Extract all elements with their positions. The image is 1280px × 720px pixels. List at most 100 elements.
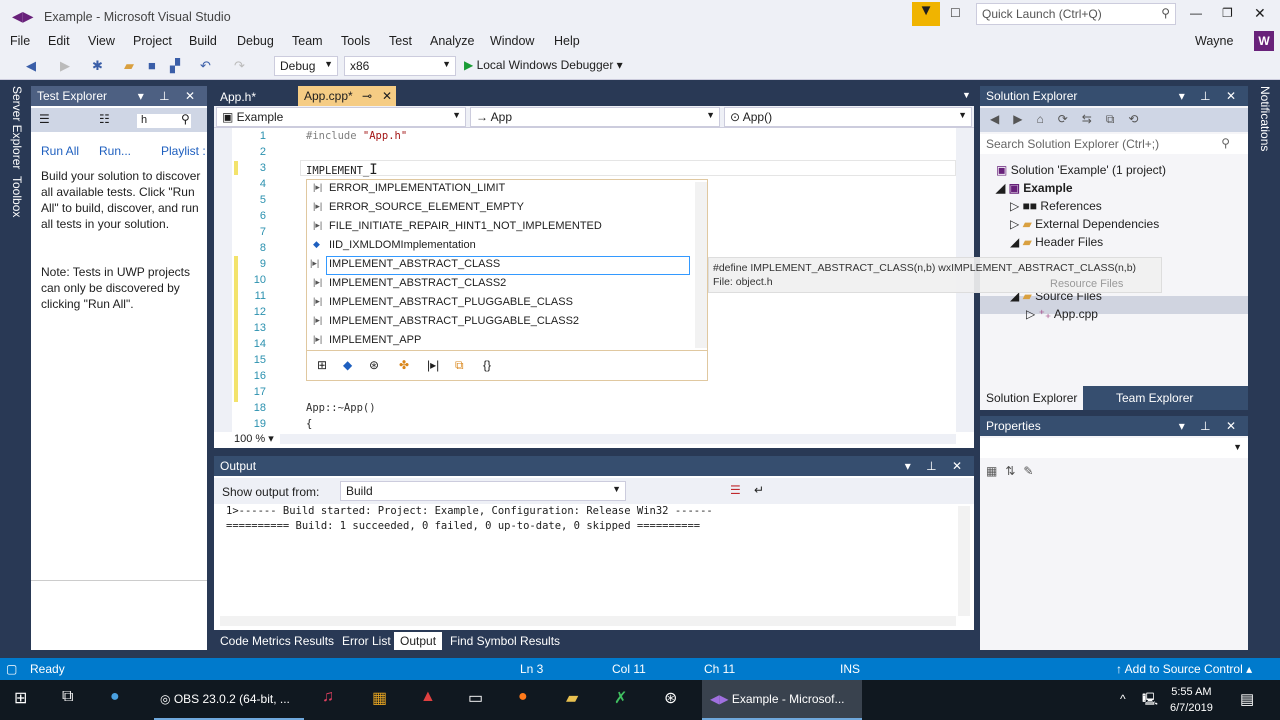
- taskbar-visual-studio[interactable]: ◀▶ Example - Microsof...: [702, 680, 862, 720]
- app-icon[interactable]: ●: [110, 688, 120, 706]
- menu-view[interactable]: View: [88, 34, 115, 48]
- menu-project[interactable]: Project: [133, 34, 172, 48]
- menu-window[interactable]: Window: [490, 34, 534, 48]
- class-filter-icon[interactable]: ◆: [343, 358, 352, 372]
- tab-find-symbol-results[interactable]: Find Symbol Results: [444, 632, 566, 650]
- tree-references[interactable]: ▷ ■■ References: [1010, 199, 1102, 213]
- properties-object-select[interactable]: ▼: [980, 438, 1248, 458]
- project-scope-select[interactable]: ▣ Example ▼: [216, 107, 466, 127]
- output-horizontal-scrollbar[interactable]: [220, 616, 956, 626]
- tab-output[interactable]: Output: [394, 632, 443, 650]
- completion-item[interactable]: |▸| IMPLEMENT_ABSTRACT_PLUGGABLE_CLASS2: [308, 313, 688, 332]
- code-line-1[interactable]: #include "App.h": [306, 130, 407, 142]
- group-icon[interactable]: ☰: [39, 112, 50, 126]
- macro-filter-icon[interactable]: |▸|: [427, 358, 439, 372]
- output-source-select[interactable]: Build ▼: [340, 481, 626, 501]
- app-circle-icon[interactable]: ⊛: [664, 688, 677, 708]
- tab-app-h[interactable]: App.h*: [214, 88, 264, 106]
- tab-app-cpp[interactable]: App.cpp* ⊸ ✕: [298, 86, 396, 106]
- user-name[interactable]: Wayne: [1195, 34, 1233, 48]
- zoom-level[interactable]: 100 % ▾: [234, 430, 278, 446]
- redo-icon[interactable]: ↷: [234, 58, 245, 74]
- tree-header-files[interactable]: ◢ ▰ Header Files: [1010, 235, 1103, 249]
- panel-controls[interactable]: ▾ ⊥ ✕: [1179, 419, 1242, 433]
- completion-item[interactable]: |▸| IMPLEMENT_ABSTRACT_PLUGGABLE_CLASS: [308, 294, 688, 313]
- forward-icon[interactable]: ▶: [60, 58, 70, 74]
- completion-item[interactable]: |▸| FILE_INITIATE_REPAIR_HINT1_NOT_IMPLEM…: [308, 218, 688, 237]
- side-tab-notifications[interactable]: Notifications: [1256, 86, 1272, 151]
- file-explorer-icon[interactable]: ▰: [566, 688, 578, 708]
- menu-tools[interactable]: Tools: [341, 34, 370, 48]
- task-view-icon[interactable]: ⧉: [62, 688, 73, 706]
- panel-controls[interactable]: ▾ ⊥ ✕: [1179, 89, 1242, 103]
- playlist-link[interactable]: Playlist :: [161, 144, 206, 158]
- notifications-icon[interactable]: ▤: [1240, 690, 1254, 708]
- output-vertical-scrollbar[interactable]: [958, 506, 970, 616]
- completion-item[interactable]: |▸| ERROR_IMPLEMENTATION_LIMIT: [308, 180, 688, 199]
- intellisense-scrollbar[interactable]: [695, 182, 707, 348]
- menu-build[interactable]: Build: [189, 34, 217, 48]
- output-text[interactable]: 1>------ Build started: Project: Example…: [226, 504, 713, 534]
- add-to-source-control-button[interactable]: ↑ Add to Source Control ▴: [1116, 662, 1252, 676]
- menu-test[interactable]: Test: [389, 34, 412, 48]
- feedback-filter-icon[interactable]: ▼: [912, 2, 940, 26]
- panel-controls[interactable]: ▾ ⊥ ✕: [905, 459, 968, 473]
- completion-item[interactable]: |▸| IMPLEMENT_ABSTRACT_CLASS2: [308, 275, 688, 294]
- show-hidden-icons[interactable]: ^: [1120, 692, 1126, 706]
- tab-error-list[interactable]: Error List: [336, 632, 397, 650]
- maximize-button[interactable]: ❐: [1222, 6, 1233, 20]
- minimize-button[interactable]: —: [1190, 6, 1202, 20]
- tree-app-cpp[interactable]: ▷ ⁺₊ App.cpp: [1026, 307, 1098, 321]
- code-line-18[interactable]: App::~App(): [306, 402, 376, 414]
- completion-item[interactable]: |▸| IMPLEMENT_APP: [308, 332, 688, 351]
- menu-team[interactable]: Team: [292, 34, 323, 48]
- side-tab-server-explorer[interactable]: Server Explorer: [8, 86, 24, 169]
- list-icon[interactable]: ☷: [99, 112, 110, 126]
- properties-toolbar[interactable]: ▦⇅✎: [986, 464, 1041, 478]
- menu-file[interactable]: File: [10, 34, 30, 48]
- solution-explorer-toolbar[interactable]: ◀▶⌂⟳⇆⧉⟲: [980, 108, 1248, 132]
- editor-horizontal-scrollbar[interactable]: [280, 434, 956, 444]
- braces-filter-icon[interactable]: {}: [483, 358, 491, 372]
- back-icon[interactable]: ◀: [26, 58, 36, 74]
- run-all-link[interactable]: Run All: [41, 144, 79, 158]
- completion-item[interactable]: ◆ IID_IXMLDOMImplementation: [308, 237, 688, 256]
- menu-debug[interactable]: Debug: [237, 34, 274, 48]
- word-wrap-icon[interactable]: ↵: [754, 483, 764, 497]
- solution-search-input[interactable]: Search Solution Explorer (Ctrl+;) ⚲: [980, 134, 1248, 154]
- start-button[interactable]: ⊞: [14, 688, 27, 708]
- tab-team-explorer[interactable]: Team Explorer: [1116, 391, 1193, 405]
- network-icon[interactable]: 🖳: [1142, 690, 1158, 711]
- tab-list-dropdown[interactable]: ▼: [962, 90, 971, 100]
- tab-solution-explorer[interactable]: Solution Explorer: [980, 386, 1084, 410]
- member-scope-select[interactable]: ⊙ App() ▼: [724, 107, 972, 127]
- feedback-icon[interactable]: ☐: [950, 6, 961, 20]
- namespace-filter-icon[interactable]: ⊛: [369, 358, 379, 372]
- clock[interactable]: 5:55 AM 6/7/2019: [1170, 684, 1213, 716]
- taskbar-obs[interactable]: ◎ OBS 23.0.2 (64-bit, ...: [154, 680, 304, 720]
- quick-launch-input[interactable]: Quick Launch (Ctrl+Q) ⚲: [976, 3, 1176, 25]
- app-grid-icon[interactable]: ▦: [372, 688, 387, 708]
- firefox-icon[interactable]: ●: [518, 688, 528, 706]
- completion-item[interactable]: |▸| ERROR_SOURCE_ELEMENT_EMPTY: [308, 199, 688, 218]
- tree-resource-files[interactable]: Resource Files: [1050, 278, 1123, 290]
- terminal-icon[interactable]: ▭: [468, 688, 483, 708]
- struct-filter-icon[interactable]: ⧉: [455, 358, 464, 373]
- panel-controls[interactable]: ▾ ⊥ ✕: [138, 89, 201, 103]
- pin-icon[interactable]: ⊸: [362, 89, 372, 103]
- close-button[interactable]: ✕: [1254, 5, 1266, 22]
- method-filter-icon[interactable]: ✤: [399, 358, 409, 372]
- menu-help[interactable]: Help: [554, 34, 580, 48]
- open-icon[interactable]: ▰: [124, 58, 134, 74]
- save-icon[interactable]: ■: [148, 58, 156, 73]
- new-project-icon[interactable]: ✱: [92, 58, 103, 74]
- run-debugger-button[interactable]: ▶ Local Windows Debugger ▾: [464, 58, 623, 72]
- menu-edit[interactable]: Edit: [48, 34, 70, 48]
- run-link[interactable]: Run...: [99, 144, 131, 158]
- code-line-3[interactable]: IMPLEMENT_I: [306, 162, 378, 178]
- undo-icon[interactable]: ↶: [200, 58, 211, 74]
- tree-external-dependencies[interactable]: ▷ ▰ External Dependencies: [1010, 217, 1159, 231]
- completion-item-selected[interactable]: |▸| IMPLEMENT_ABSTRACT_CLASS: [310, 256, 690, 275]
- side-tab-toolbox[interactable]: Toolbox: [8, 176, 24, 217]
- platform-select[interactable]: x86 ▼: [344, 56, 456, 76]
